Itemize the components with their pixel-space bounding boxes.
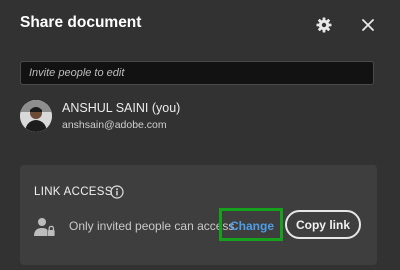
access-status-text: Only invited people can access. xyxy=(69,219,238,233)
current-user: ANSHUL SAINI (you) anshsain@adobe.com xyxy=(20,100,380,136)
avatar xyxy=(20,100,52,132)
dialog-title: Share document xyxy=(20,14,142,31)
invite-people-input[interactable] xyxy=(20,61,374,85)
settings-button[interactable] xyxy=(314,15,334,35)
lock-person-icon xyxy=(34,218,55,236)
gear-icon xyxy=(316,17,332,33)
link-access-panel: LINK ACCESS Only invited people can acce… xyxy=(20,165,377,265)
link-access-heading: LINK ACCESS xyxy=(34,186,113,198)
dialog-header: Share document xyxy=(20,14,380,36)
change-highlight-box xyxy=(219,208,283,241)
copy-link-button[interactable]: Copy link xyxy=(285,210,361,239)
close-button[interactable] xyxy=(358,15,378,35)
info-icon[interactable] xyxy=(110,185,124,199)
user-email: anshsain@adobe.com xyxy=(62,119,167,131)
user-name: ANSHUL SAINI (you) xyxy=(62,101,181,115)
close-icon xyxy=(362,19,374,31)
